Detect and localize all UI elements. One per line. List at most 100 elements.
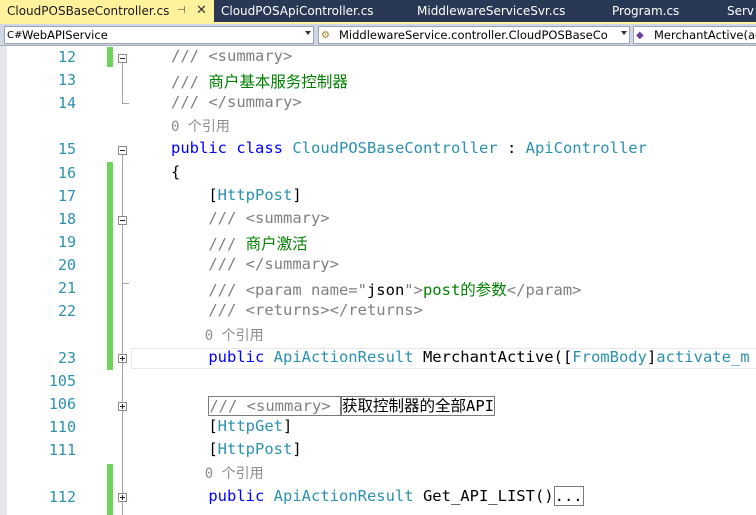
close-icon[interactable]: ✕ bbox=[196, 0, 207, 22]
code-token: /// </summary> bbox=[171, 93, 302, 111]
navigation-bar: C# WebAPIService ⚙ MiddlewareService.con… bbox=[0, 24, 756, 46]
class-icon: ⚙ bbox=[321, 30, 330, 41]
type-dropdown[interactable]: ⚙ MiddlewareService.controller.CloudPOSB… bbox=[318, 26, 630, 44]
code-token: HttpPost bbox=[217, 440, 293, 458]
tab-label: CloudPOSBaseController.cs bbox=[7, 4, 170, 18]
tab-label: CloudPOSApiController.cs bbox=[221, 4, 374, 18]
code-token: 获取控制器的全部API bbox=[340, 396, 495, 416]
outline-guide bbox=[122, 103, 129, 104]
code-token: 商户激活 bbox=[245, 235, 308, 253]
reference-count-link[interactable]: 0 个引用 bbox=[171, 328, 264, 344]
code-line[interactable]: { bbox=[171, 163, 180, 181]
code-token: Get_API_LIST() bbox=[413, 487, 554, 505]
tab-cloudposbasecontroller[interactable]: CloudPOSBaseController.cs ⊣ ✕ bbox=[0, 0, 214, 22]
tab-label: Serv bbox=[727, 4, 755, 18]
member-dropdown[interactable]: ◆ MerchantActive(ac bbox=[633, 26, 756, 44]
code-token: /// <returns></returns> bbox=[171, 301, 423, 319]
member-name: MerchantActive(ac bbox=[654, 28, 756, 42]
code-line[interactable]: [HttpPost] bbox=[171, 440, 301, 458]
outline-guide bbox=[122, 63, 123, 103]
code-token: json bbox=[366, 281, 405, 299]
code-token: ] bbox=[283, 417, 293, 435]
reference-count-link[interactable]: 0 个引用 bbox=[171, 466, 264, 482]
line-number: 14 bbox=[57, 94, 76, 112]
csharp-project-icon: C# bbox=[7, 30, 23, 41]
line-number: 110 bbox=[48, 418, 76, 436]
code-line[interactable]: /// 商户激活 bbox=[171, 232, 308, 254]
pin-icon[interactable]: ⊣ bbox=[177, 0, 186, 22]
code-line[interactable]: public ApiActionResult Get_API_LIST()... bbox=[171, 486, 584, 506]
code-line[interactable]: 0 个引用 bbox=[171, 463, 264, 483]
code-token: /// <param name=" bbox=[171, 281, 367, 299]
code-token: 商户基本服务控制器 bbox=[208, 73, 348, 91]
code-token: public class bbox=[171, 139, 293, 157]
code-line[interactable]: 0 个引用 bbox=[171, 325, 264, 345]
collapse-icon[interactable] bbox=[118, 146, 127, 155]
collapse-icon[interactable] bbox=[118, 216, 127, 225]
code-line[interactable]: /// <param name="json">post的参数</param> bbox=[171, 278, 581, 300]
code-token: ... bbox=[553, 486, 584, 506]
code-editor[interactable]: 12 /// <summary> 13 /// 商户基本服务控制器 14 /// </su… bbox=[0, 46, 756, 515]
code-token: { bbox=[171, 163, 181, 181]
change-marker bbox=[107, 47, 113, 67]
tab-label: Program.cs bbox=[612, 4, 680, 18]
code-token: /// bbox=[171, 235, 246, 253]
outline-guide bbox=[122, 225, 123, 283]
code-token: [ bbox=[171, 440, 218, 458]
code-token: [ bbox=[171, 417, 218, 435]
code-token: /// bbox=[171, 73, 209, 91]
code-line[interactable]: /// <summary> 获取控制器的全部API bbox=[171, 394, 495, 416]
code-line[interactable]: public class CloudPOSBaseController : Ap… bbox=[171, 139, 647, 157]
line-number: 19 bbox=[57, 233, 76, 251]
code-token: : bbox=[497, 139, 526, 157]
expand-icon[interactable] bbox=[118, 493, 127, 502]
code-line[interactable]: [HttpGet] bbox=[171, 417, 292, 435]
code-line[interactable]: /// 商户基本服务控制器 bbox=[171, 70, 348, 92]
type-name: MiddlewareService.controller.CloudPOSBas… bbox=[339, 28, 608, 42]
indicator-margin bbox=[0, 46, 7, 515]
code-token: ] bbox=[646, 348, 657, 366]
method-icon: ◆ bbox=[636, 30, 644, 41]
code-line[interactable]: /// </summary> bbox=[171, 255, 339, 273]
code-token: ApiController bbox=[525, 139, 647, 157]
code-line[interactable]: /// </summary> bbox=[171, 93, 302, 111]
line-number: 20 bbox=[57, 256, 76, 274]
code-token: MerchantActive([ bbox=[413, 348, 573, 366]
expand-icon[interactable] bbox=[118, 354, 127, 363]
line-number: 105 bbox=[48, 372, 76, 390]
code-line[interactable]: [HttpPost] bbox=[171, 186, 302, 204]
code-token: ] bbox=[292, 186, 302, 204]
code-line[interactable]: 0 个引用 bbox=[171, 116, 230, 136]
project-dropdown[interactable]: C# WebAPIService bbox=[4, 26, 314, 44]
code-token: FromBody bbox=[572, 348, 647, 366]
line-number: 23 bbox=[57, 349, 76, 367]
code-line[interactable]: /// <summary> bbox=[171, 209, 330, 227]
outline-guide bbox=[122, 283, 129, 284]
expand-icon[interactable] bbox=[118, 402, 127, 411]
change-marker bbox=[107, 464, 113, 515]
line-number: 16 bbox=[57, 164, 76, 182]
code-token: public bbox=[171, 348, 274, 366]
line-number: 106 bbox=[48, 395, 76, 413]
code-token: [ bbox=[171, 186, 218, 204]
line-number: 18 bbox=[57, 210, 76, 228]
tab-program[interactable]: Program.cs bbox=[605, 0, 725, 22]
tab-middlewareservicesvr[interactable]: MiddlewareServiceSvr.cs bbox=[410, 0, 604, 22]
collapse-icon[interactable] bbox=[118, 54, 127, 63]
chevron-down-icon bbox=[305, 31, 311, 35]
reference-count-link[interactable]: 0 个引用 bbox=[171, 119, 230, 135]
code-line[interactable]: public ApiActionResult MerchantActive([F… bbox=[171, 348, 749, 366]
code-line[interactable]: /// <summary> bbox=[171, 47, 292, 65]
code-token: /// <summary> bbox=[171, 209, 330, 227]
line-number: 21 bbox=[57, 279, 76, 297]
line-number: 22 bbox=[57, 302, 76, 320]
code-line[interactable]: /// <returns></returns> bbox=[171, 301, 423, 319]
line-number: 12 bbox=[57, 48, 76, 66]
code-token: CloudPOSBaseController bbox=[292, 139, 498, 157]
code-token: /// <summary> bbox=[208, 396, 341, 416]
tab-serv[interactable]: Serv bbox=[720, 0, 756, 22]
code-token: HttpPost bbox=[217, 186, 293, 204]
tab-cloudposapicontroller[interactable]: CloudPOSApiController.cs bbox=[214, 0, 408, 22]
line-number: 112 bbox=[48, 488, 76, 506]
